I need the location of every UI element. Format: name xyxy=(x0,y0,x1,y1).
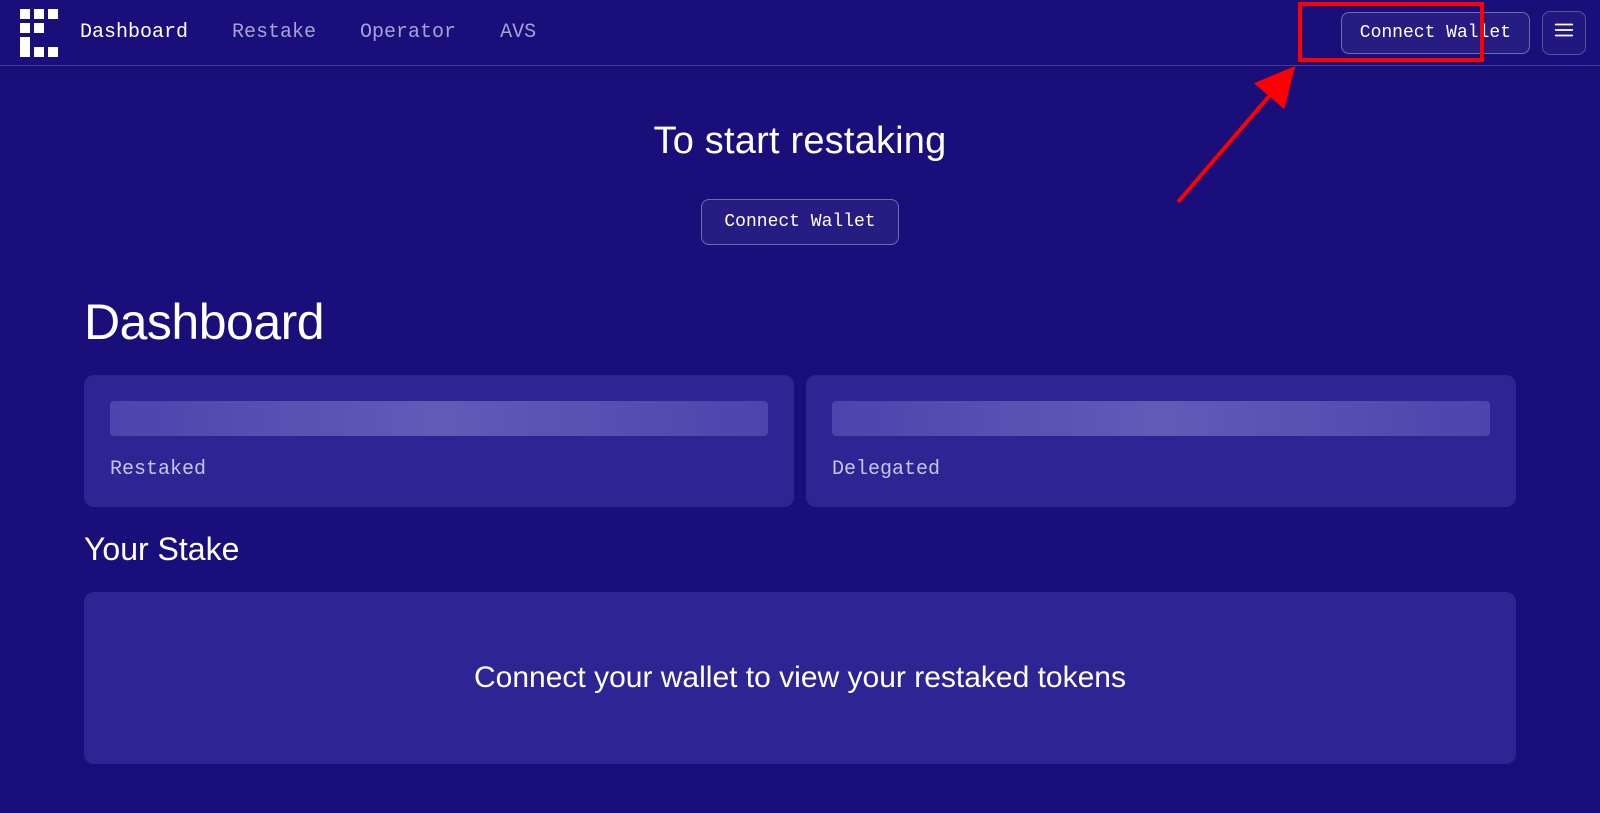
hero: To start restaking Connect Wallet xyxy=(84,120,1516,245)
dashboard-cards: Restaked Delegated xyxy=(84,375,1516,507)
nav-item-dashboard[interactable]: Dashboard xyxy=(80,21,188,44)
connect-wallet-button-top[interactable]: Connect Wallet xyxy=(1341,12,1530,54)
nav-item-avs[interactable]: AVS xyxy=(500,21,536,44)
stake-empty-message: Connect your wallet to view your restake… xyxy=(474,661,1126,695)
menu-icon xyxy=(1553,19,1575,46)
nav-items: Dashboard Restake Operator AVS xyxy=(80,21,536,44)
skeleton-bar xyxy=(832,401,1490,436)
dashboard-title: Dashboard xyxy=(84,293,1516,351)
stake-panel: Connect your wallet to view your restake… xyxy=(84,592,1516,764)
card-delegated: Delegated xyxy=(806,375,1516,507)
nav-item-operator[interactable]: Operator xyxy=(360,21,456,44)
hero-title: To start restaking xyxy=(84,120,1516,163)
logo-icon[interactable] xyxy=(20,9,62,57)
card-label: Restaked xyxy=(110,458,768,481)
connect-wallet-button-hero[interactable]: Connect Wallet xyxy=(701,199,898,245)
skeleton-bar xyxy=(110,401,768,436)
card-label: Delegated xyxy=(832,458,1490,481)
menu-button[interactable] xyxy=(1542,11,1586,55)
nav-item-restake[interactable]: Restake xyxy=(232,21,316,44)
top-nav: Dashboard Restake Operator AVS Connect W… xyxy=(0,0,1600,66)
main-content: To start restaking Connect Wallet Dashbo… xyxy=(0,120,1600,764)
card-restaked: Restaked xyxy=(84,375,794,507)
your-stake-title: Your Stake xyxy=(84,531,1516,568)
